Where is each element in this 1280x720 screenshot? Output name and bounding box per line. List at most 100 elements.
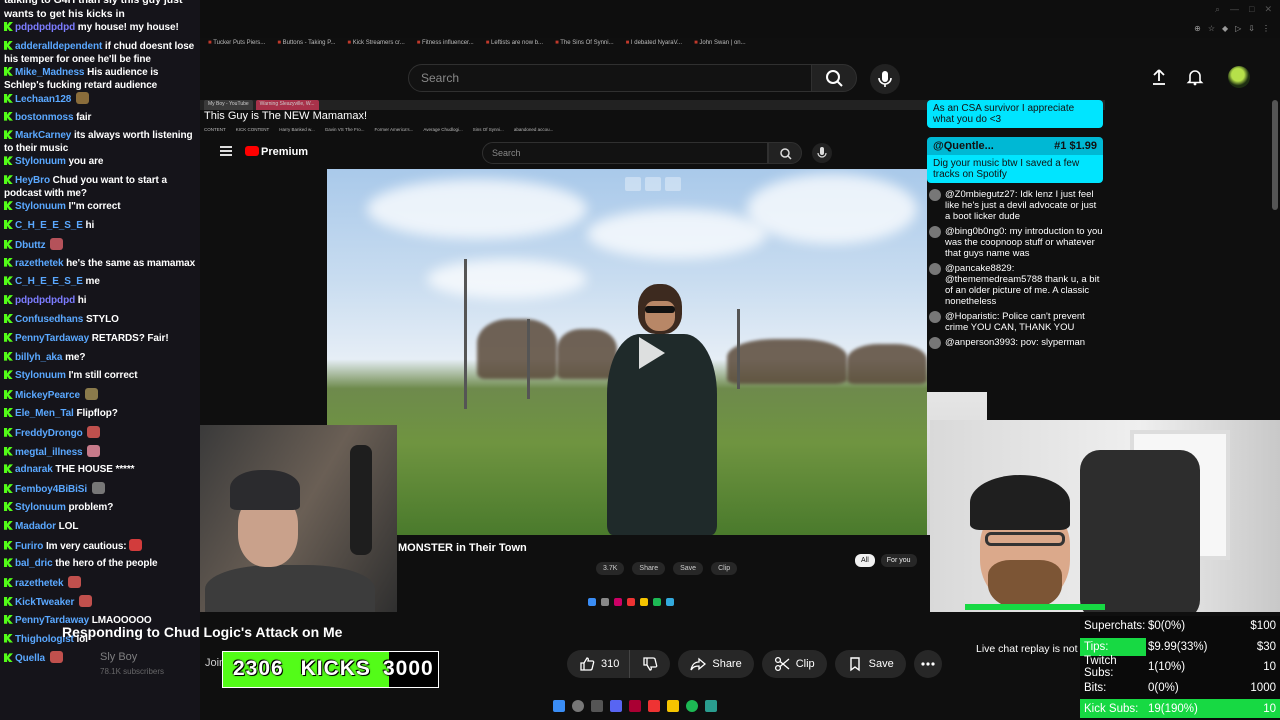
channel-name[interactable]: Sly Boy (100, 651, 137, 663)
play-icon (639, 337, 665, 369)
chat-text: fair (76, 111, 92, 123)
like-count: 310 (601, 658, 620, 670)
minimize-icon[interactable]: — (1230, 4, 1239, 15)
chrome-icon[interactable] (648, 700, 660, 712)
chat-username[interactable]: Mike_Madness (15, 67, 84, 78)
inner-video-title: MONSTER in Their Town (398, 542, 527, 554)
bookmark-icon (849, 657, 860, 672)
share-button[interactable]: Share (678, 650, 754, 678)
task-view-icon[interactable] (591, 700, 603, 712)
chat-message-list: pdpdpdpdpd my house! my house! adderallde… (0, 21, 200, 670)
scrollbar[interactable] (1272, 100, 1278, 210)
inner-search-input: Search (482, 142, 768, 164)
chat-username[interactable]: C_H_E_E_S_E (15, 220, 83, 231)
dislike-button[interactable] (629, 650, 671, 678)
live-chat-username: @Z0mbiegutz27: (945, 189, 1018, 200)
chat-username[interactable]: Lechaan128 (15, 94, 71, 105)
chat-username[interactable]: bostonmoss (15, 112, 74, 123)
kick-badge-icon (4, 93, 13, 103)
chat-username[interactable]: MickeyPearce (15, 390, 80, 401)
bookmark-item[interactable]: The Sins Of Synni... (551, 40, 618, 54)
search-icon[interactable] (572, 700, 584, 712)
live-chat-text: @thememedream5788 thank u, a bit of an o… (945, 274, 1100, 307)
chat-message: pdpdpdpdpd my house! my house! (0, 21, 200, 40)
chat-username[interactable]: Stylonuum (15, 370, 66, 381)
folder-icon[interactable] (667, 700, 679, 712)
chat-username[interactable]: pdpdpdpdpd (15, 295, 75, 306)
chat-username[interactable]: Stylonuum (15, 156, 66, 167)
download-icon[interactable]: ⇩ (1248, 24, 1255, 33)
close-icon[interactable]: ✕ (1264, 4, 1272, 15)
chat-username[interactable]: Madador (15, 521, 56, 532)
clip-button[interactable]: Clip (761, 650, 827, 678)
chat-text: I"m correct (68, 201, 121, 213)
play-icon[interactable]: ▷ (1235, 24, 1241, 33)
search-icon[interactable]: ⌕ (1215, 4, 1220, 15)
chat-message: bostonmoss fair (0, 111, 200, 130)
chat-username[interactable]: billyh_aka (15, 352, 62, 363)
youtube-premium-logo: Premium (245, 146, 308, 158)
chat-message: Furiro Im very cautious: (0, 538, 200, 558)
chat-username[interactable]: bal_dric (15, 558, 53, 569)
inner-microphone-icon (812, 143, 832, 163)
chat-username[interactable]: PennyTardaway (15, 333, 89, 344)
avatar[interactable] (1228, 66, 1250, 88)
chat-username[interactable]: razethetek (15, 258, 64, 269)
clip-label: Clip (795, 658, 815, 670)
bookmark-item[interactable]: I debated NyaraV... (622, 40, 686, 54)
spotify-icon[interactable] (686, 700, 698, 712)
streamer-webcam-left (200, 425, 397, 612)
upload-icon[interactable] (1150, 68, 1168, 86)
inner-bookmark-item: CONTENT (204, 127, 226, 132)
chat-username[interactable]: KickTweaker (15, 597, 74, 608)
goal-target: $100 (1250, 620, 1276, 633)
chat-username[interactable]: HeyBro (15, 175, 50, 186)
chat-username[interactable]: C_H_E_E_S_E (15, 276, 83, 287)
app-icon[interactable] (705, 700, 717, 712)
search-input[interactable]: Search (408, 64, 812, 92)
voice-search-button[interactable] (870, 64, 900, 94)
chat-username[interactable]: adnarak (15, 464, 53, 475)
chat-username[interactable]: Femboy4BiBiSi (15, 484, 87, 495)
bookmark-item[interactable]: Buttons - Taking P... (273, 40, 339, 54)
menu-icon[interactable]: ⋮ (1262, 24, 1270, 33)
chat-username[interactable]: Quella (15, 653, 45, 664)
chat-username[interactable]: Stylonuum (15, 502, 66, 513)
save-button[interactable]: Save (834, 650, 906, 678)
discord-icon[interactable] (610, 700, 622, 712)
maximize-icon[interactable]: □ (1249, 4, 1254, 15)
bookmark-item[interactable]: Kick Streamers cr... (343, 40, 408, 54)
chat-username[interactable]: adderalldependent (15, 41, 102, 52)
search-button[interactable] (811, 64, 857, 92)
chat-username[interactable]: Furiro (15, 541, 43, 552)
chat-username[interactable]: razethetek (15, 578, 64, 589)
more-actions-button[interactable] (913, 650, 942, 678)
chat-username[interactable]: Dbuttz (15, 240, 46, 251)
chat-username[interactable]: Confusedhans (15, 314, 83, 325)
goal-label: Kick Subs: (1084, 702, 1139, 715)
app-icon[interactable] (629, 700, 641, 712)
inner-clip: Clip (711, 562, 738, 575)
chat-username[interactable]: MarkCarney (15, 130, 71, 141)
chat-username[interactable]: megtal_illness (15, 447, 83, 458)
chat-username[interactable]: pdpdpdpdpd (15, 22, 75, 33)
kick-badge-icon (4, 540, 13, 550)
zoom-icon[interactable]: ⊕ (1194, 24, 1201, 33)
notification-bell-icon[interactable] (1186, 68, 1204, 86)
like-button[interactable]: 310 (567, 650, 630, 678)
bookmark-item[interactable]: John Swan | on... (690, 40, 750, 54)
bookmark-item[interactable]: Fitness influencer... (413, 40, 478, 54)
bookmark-item[interactable]: Tucker Puts Piers... (204, 40, 269, 54)
chat-username[interactable]: Ele_Men_Tal (15, 408, 74, 419)
chat-username[interactable]: FreddyDrongo (15, 428, 83, 439)
chat-username[interactable]: Stylonuum (15, 201, 66, 212)
goal-row: Bits: 0(0%) 1000 (1080, 678, 1280, 699)
chat-message: Stylonuum problem? (0, 501, 200, 520)
extension-icon[interactable]: ◆ (1222, 24, 1228, 33)
bookmark-item[interactable]: Leftists are now b... (482, 40, 547, 54)
windows-start-icon[interactable] (553, 700, 565, 712)
bookmark-icon[interactable]: ☆ (1208, 24, 1215, 33)
inner-bookmark-item: Harry Banked w... (279, 127, 315, 132)
chat-text: I'm still correct (68, 370, 138, 382)
inner-bookmarks-bar: CONTENT KICK CONTENT Harry Banked w... Gavi… (204, 127, 553, 132)
